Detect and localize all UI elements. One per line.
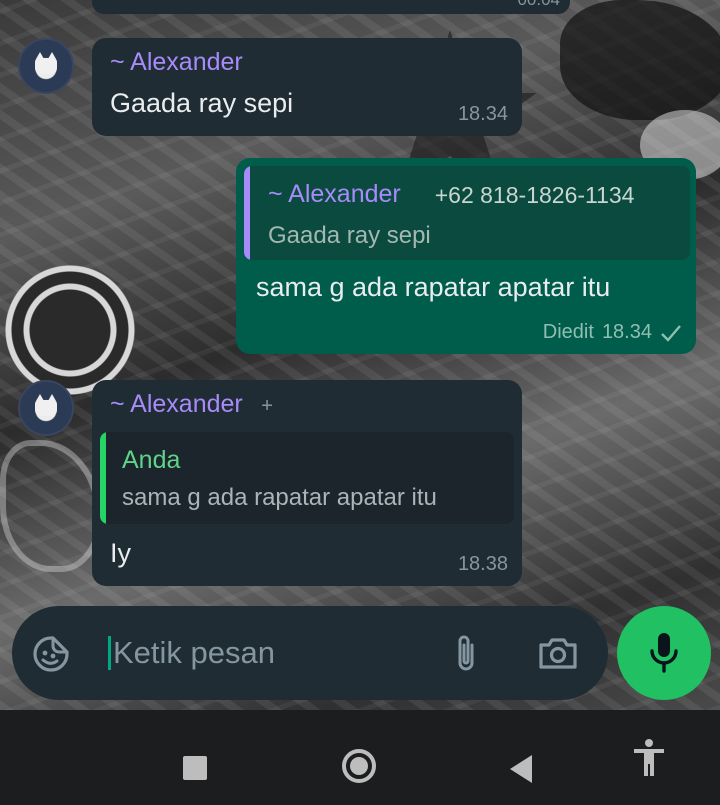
message-text: Gaada ray sepi	[110, 88, 294, 118]
back-icon[interactable]	[510, 755, 532, 783]
sender-name[interactable]: ~ Alexander	[110, 48, 243, 76]
edited-label: Diedit	[542, 321, 594, 343]
avatar-cat-icon	[35, 52, 57, 74]
accessibility-icon[interactable]	[632, 738, 666, 778]
sticker-icon[interactable]	[30, 633, 72, 675]
message-time: 18.34	[601, 321, 652, 343]
home-icon[interactable]	[342, 749, 376, 783]
message-bubble-incoming[interactable]: ~ Alexander Gaada ray sepi 18.34	[92, 38, 522, 136]
recents-icon[interactable]	[183, 756, 207, 780]
mic-icon	[650, 633, 678, 673]
message-text: Iy	[110, 538, 132, 568]
message-time: 00.04	[517, 0, 560, 10]
message-bubble-incoming[interactable]: ~ Alexander + Anda sama g ada rapatar ap…	[92, 380, 522, 586]
system-navigation-bar	[0, 710, 720, 805]
quote-text: sama g ada rapatar apatar itu	[122, 484, 437, 511]
sender-name[interactable]: ~ Alexander	[110, 390, 243, 418]
sender-avatar[interactable]	[18, 380, 74, 436]
message-time: 18.38	[457, 553, 508, 575]
sender-extra: +	[261, 395, 273, 417]
sender-avatar[interactable]	[18, 38, 74, 94]
camera-icon[interactable]	[536, 633, 580, 673]
message-time: 18.34	[457, 103, 508, 125]
quote-sender-name: ~ Alexander	[268, 180, 401, 208]
message-bubble-previous[interactable]: 00.04	[92, 0, 570, 14]
quoted-message[interactable]: Anda sama g ada rapatar apatar itu	[100, 432, 514, 524]
sent-check-icon	[661, 324, 681, 342]
wallpaper-shape	[560, 0, 720, 120]
attach-icon[interactable]	[446, 631, 486, 675]
message-bubble-outgoing[interactable]: ~ Alexander +62 818-1826-1134 Gaada ray …	[236, 158, 696, 354]
quote-text: Gaada ray sepi	[268, 222, 431, 249]
quote-accent-bar	[244, 166, 250, 260]
quoted-message[interactable]: ~ Alexander +62 818-1826-1134 Gaada ray …	[244, 166, 690, 260]
quote-sender-phone: +62 818-1826-1134	[434, 182, 635, 208]
message-input[interactable]: Ketik pesan	[108, 636, 275, 670]
quote-accent-bar	[100, 432, 106, 524]
message-text: sama g ada rapatar apatar itu	[256, 272, 611, 302]
voice-record-button[interactable]	[617, 606, 711, 700]
avatar-cat-icon	[35, 394, 57, 416]
wallpaper-shape	[0, 440, 102, 572]
quote-sender-name: Anda	[122, 446, 181, 474]
message-composer[interactable]: Ketik pesan	[12, 606, 608, 700]
